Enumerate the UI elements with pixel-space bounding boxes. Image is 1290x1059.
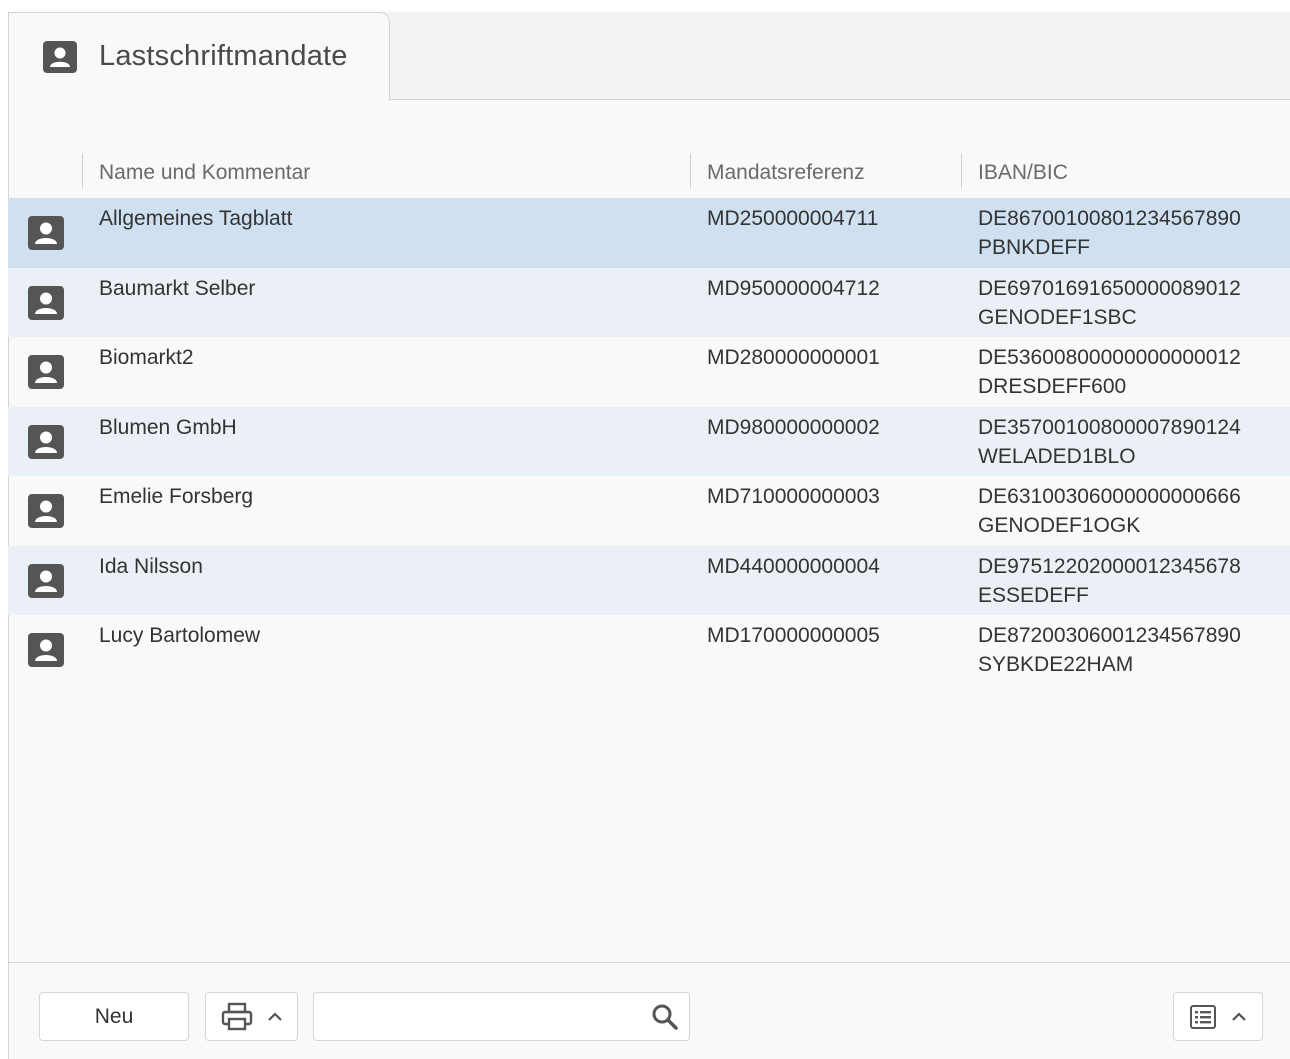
table-body: Allgemeines Tagblatt MD250000004711 DE8670… [8, 198, 1290, 685]
table-row[interactable]: Biomarkt2 MD280000000001 DE536008000000000… [8, 337, 1290, 407]
row-name: Emelie Forsberg [99, 485, 254, 508]
table-row[interactable]: Blumen GmbH MD980000000002 DE3570010080000… [8, 406, 1290, 476]
row-iban-bic: DE69701691650000089012 GENODEF1SBC [978, 274, 1241, 332]
row-bic: GENODEF1SBC [978, 305, 1137, 329]
table-row[interactable]: Lucy Bartolomew MD170000000005 DE872003060… [8, 615, 1290, 685]
row-mandate-reference: MD980000000002 [707, 415, 880, 439]
row-bic: SYBKDE22HAM [978, 653, 1134, 676]
new-button[interactable]: Neu [39, 992, 189, 1041]
row-iban: DE35700100800007890124 [978, 415, 1241, 439]
row-iban: DE87200306001234567890 [978, 624, 1241, 647]
contact-card-icon [28, 563, 64, 598]
row-iban: DE53600800000000000012 [978, 346, 1241, 369]
row-bic: WELADED1BLO [978, 444, 1136, 468]
row-name: Ida Nilsson [99, 554, 203, 578]
row-iban: DE69701691650000089012 [978, 276, 1241, 300]
row-bic: GENODEF1OGK [978, 514, 1141, 537]
tab-title: Lastschriftmandate [99, 40, 348, 72]
row-mandate-reference: MD950000004712 [707, 276, 880, 300]
table-row[interactable]: Emelie Forsberg MD710000000003 DE631003060… [8, 476, 1290, 546]
row-iban-bic: DE63100306000000000666 GENODEF1OGK [978, 482, 1241, 540]
contact-card-icon [43, 41, 77, 73]
row-iban: DE97512202000012345678 [978, 554, 1241, 578]
contact-card-icon [28, 216, 64, 250]
column-header-iban[interactable]: IBAN/BIC [962, 152, 1290, 198]
row-bic: DRESDEFF600 [978, 375, 1127, 398]
view-options-button[interactable] [1173, 992, 1263, 1041]
row-iban-bic: DE53600800000000000012 DRESDEFF600 [978, 343, 1241, 401]
row-name: Baumarkt Selber [99, 276, 256, 300]
printer-icon [221, 1002, 252, 1030]
row-iban: DE86700100801234567890 [978, 207, 1241, 230]
row-mandate-reference: MD710000000003 [707, 485, 880, 508]
row-name: Biomarkt2 [99, 346, 194, 369]
contact-card-icon [28, 424, 64, 459]
search-icon[interactable] [651, 1003, 679, 1031]
row-mandate-reference: MD440000000004 [707, 554, 880, 578]
row-iban-bic: DE86700100801234567890 PBNKDEFF [978, 204, 1241, 262]
row-iban-bic: DE97512202000012345678 ESSEDEFF [978, 552, 1241, 610]
column-header-ref[interactable]: Mandatsreferenz [691, 152, 961, 198]
print-menu-button[interactable] [205, 992, 298, 1041]
table-row[interactable]: Ida Nilsson MD440000000004 DE9751220200001… [8, 545, 1290, 615]
row-iban-bic: DE87200306001234567890 SYBKDE22HAM [978, 621, 1241, 679]
chevron-up-icon [1232, 1011, 1246, 1021]
table-row[interactable]: Allgemeines Tagblatt MD250000004711 DE8670… [8, 198, 1290, 268]
row-name: Allgemeines Tagblatt [99, 207, 293, 230]
tab-lastschriftmandate[interactable]: Lastschriftmandate [8, 12, 390, 101]
tab-bar: Lastschriftmandate [8, 12, 1290, 101]
row-iban-bic: DE35700100800007890124 WELADED1BLO [978, 413, 1241, 471]
row-name: Blumen GmbH [99, 415, 237, 439]
search-input[interactable] [313, 992, 690, 1041]
row-name: Lucy Bartolomew [99, 624, 261, 647]
mandate-window: Lastschriftmandate Name und Kommentar Ma… [8, 12, 1290, 1059]
column-header-name[interactable]: Name und Kommentar [83, 152, 690, 198]
contact-card-icon [28, 355, 64, 389]
contact-card-icon [28, 633, 64, 667]
table-header: Name und Kommentar Mandatsreferenz IBAN/… [8, 152, 1290, 198]
row-iban: DE63100306000000000666 [978, 485, 1241, 508]
row-bic: ESSEDEFF [978, 583, 1089, 607]
chevron-up-icon [267, 1011, 282, 1021]
row-mandate-reference: MD280000000001 [707, 346, 880, 369]
row-mandate-reference: MD170000000005 [707, 624, 880, 647]
row-mandate-reference: MD250000004711 [707, 207, 879, 230]
row-bic: PBNKDEFF [978, 236, 1091, 259]
table-row[interactable]: Baumarkt Selber MD950000004712 DE697016916… [8, 267, 1290, 337]
contact-card-icon [28, 285, 64, 320]
contact-card-icon [28, 494, 64, 528]
list-view-icon [1190, 1004, 1216, 1029]
footer-divider [8, 962, 1290, 963]
